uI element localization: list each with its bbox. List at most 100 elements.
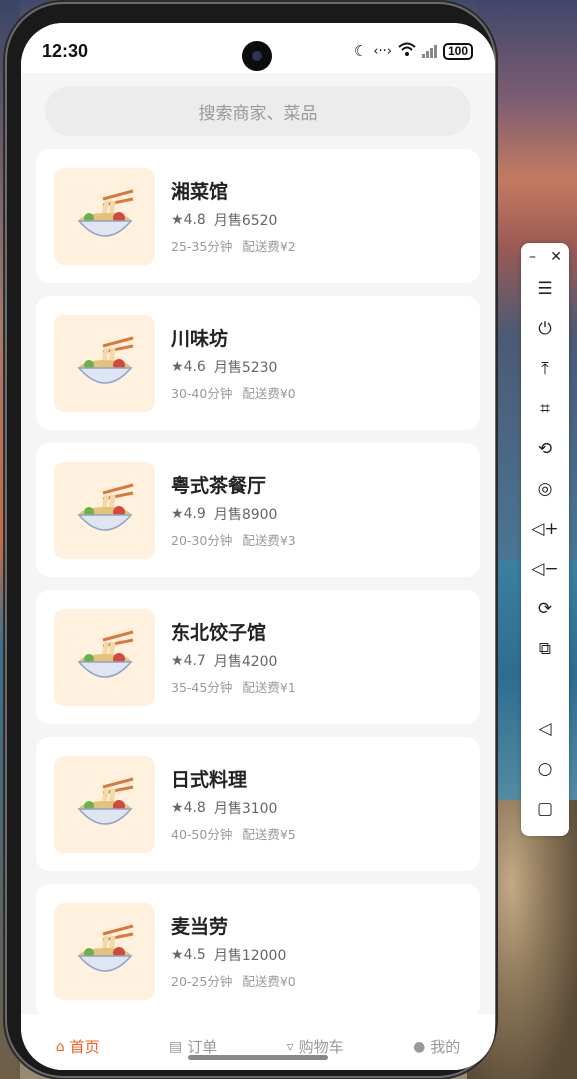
restaurant-delivery: 25-35分钟 配送费¥2 [171,236,296,255]
restaurant-meta: ★4.8 月售3100 [171,798,296,818]
delivery-time: 20-25分钟 [171,974,233,989]
restaurant-rating: 4.6 [183,359,206,375]
tab-cart[interactable]: ▿ 购物车 [287,1036,344,1057]
restaurant-card[interactable]: 粤式茶餐厅 ★4.9 月售8900 20-30分钟 配送费¥3 [36,443,480,577]
side-panel-spacer [521,669,569,709]
tab-label: 我的 [430,1038,461,1056]
home-icon: ⌂ [55,1038,65,1055]
restaurant-sales: 月售5230 [213,360,278,376]
home-indicator[interactable] [188,1055,328,1060]
restaurant-thumbnail [54,167,155,265]
tab-label: 首页 [69,1038,100,1056]
pin-top-icon[interactable]: ⤒ [521,349,569,389]
crop-icon[interactable]: ⌗ [521,389,569,429]
volume-down-icon[interactable]: ◁− [521,549,569,589]
clipboard-icon: ▤ [168,1038,183,1055]
delivery-fee: 配送费¥5 [242,827,296,842]
screenshot-icon[interactable]: ◎ [521,469,569,509]
restaurant-delivery: 35-45分钟 配送费¥1 [171,677,296,696]
delivery-fee: 配送费¥3 [242,533,296,548]
restaurant-meta: ★4.8 月售6520 [171,210,296,230]
restaurant-delivery: 20-30分钟 配送费¥3 [171,530,296,549]
multi-screen-icon[interactable]: ⧉ [521,629,569,669]
noodle-bowl-icon [76,483,133,531]
restaurant-card[interactable]: 湘菜馆 ★4.8 月售6520 25-35分钟 配送费¥2 [36,149,480,283]
noodle-bowl-icon [76,336,133,384]
home-icon[interactable]: ○ [521,749,569,789]
tab-home[interactable]: ⌂ 首页 [56,1036,100,1057]
menu-icon[interactable]: ☰ [521,269,569,309]
restaurant-meta: ★4.9 月售8900 [171,504,296,524]
restaurant-card[interactable]: 麦当劳 ★4.5 月售12000 20-25分钟 配送费¥0 [36,884,480,1018]
app-screen: 12:30 ☾ ‹··› 100 搜索商家、菜品 湘菜馆 ★4.8 月售6520… [21,23,495,1070]
restaurant-delivery: 20-25分钟 配送费¥0 [171,971,296,990]
delivery-fee: 配送费¥0 [242,974,296,989]
back-icon[interactable]: ◁ [521,709,569,749]
front-camera [242,41,272,71]
restaurant-name: 粤式茶餐厅 [171,475,267,497]
status-icons: ☾ ‹··› 100 [354,42,473,60]
minimize-icon[interactable]: – [529,249,536,269]
rating-wrap: ★4.6 [171,359,206,375]
restaurant-card[interactable]: 川味坊 ★4.6 月售5230 30-40分钟 配送费¥0 [36,296,480,430]
tab-profile[interactable]: ● 我的 [413,1036,460,1057]
restaurant-thumbnail [54,461,155,559]
bottom-tab-bar: ⌂ 首页 ▤ 订单 ▿ 购物车 ● 我的 [21,1014,495,1070]
restaurant-delivery: 30-40分钟 配送费¥0 [171,383,296,402]
restaurant-rating: 4.9 [183,506,206,522]
restaurant-name: 川味坊 [171,328,229,350]
user-icon: ● [413,1038,426,1055]
rating-wrap: ★4.9 [171,506,206,522]
restaurant-card[interactable]: 日式料理 ★4.8 月售3100 40-50分钟 配送费¥5 [36,737,480,871]
tab-label: 订单 [187,1038,218,1056]
restaurant-list: 湘菜馆 ★4.8 月售6520 25-35分钟 配送费¥2 川味坊 ★4.6 月… [21,143,495,1018]
star-icon: ★ [171,506,184,522]
restaurant-sales: 月售3100 [213,801,278,817]
rotate-device-icon[interactable]: ⟳ [521,589,569,629]
search-area: 搜索商家、菜品 [21,73,495,143]
rotate-icon[interactable]: ⟲ [521,429,569,469]
restaurant-sales: 月售12000 [213,948,287,964]
restaurant-meta: ★4.6 月售5230 [171,357,296,377]
star-icon: ★ [171,947,184,963]
rating-wrap: ★4.7 [171,653,206,669]
noodle-bowl-icon [76,630,133,678]
tab-orders[interactable]: ▤ 订单 [169,1036,217,1057]
signal-icon [421,44,437,58]
restaurant-thumbnail [54,755,155,853]
restaurant-info: 湘菜馆 ★4.8 月售6520 25-35分钟 配送费¥2 [171,177,296,255]
restaurant-sales: 月售8900 [213,507,278,523]
restaurant-info: 东北饺子馆 ★4.7 月售4200 35-45分钟 配送费¥1 [171,618,296,696]
delivery-time: 35-45分钟 [171,680,233,695]
rating-wrap: ★4.5 [171,947,206,963]
restaurant-rating: 4.8 [183,800,206,816]
side-panel-header: – ✕ [521,243,569,269]
emulator-side-panel: – ✕ ☰ ⏻ ⤒ ⌗ ⟲ ◎ ◁+ ◁− ⟳ ⧉ ◁ ○ ▢ [521,243,569,836]
close-icon[interactable]: ✕ [550,249,562,269]
noodle-bowl-icon [76,777,133,825]
delivery-time: 30-40分钟 [171,386,233,401]
rating-wrap: ★4.8 [171,800,206,816]
tab-label: 购物车 [298,1038,344,1056]
rating-wrap: ★4.8 [171,212,206,228]
restaurant-info: 麦当劳 ★4.5 月售12000 20-25分钟 配送费¥0 [171,912,296,990]
search-input[interactable]: 搜索商家、菜品 [45,86,471,136]
star-icon: ★ [171,359,184,375]
restaurant-thumbnail [54,608,155,706]
status-time: 12:30 [42,41,89,61]
restaurant-rating: 4.7 [183,653,206,669]
restaurant-info: 粤式茶餐厅 ★4.9 月售8900 20-30分钟 配送费¥3 [171,471,296,549]
restaurant-name: 日式料理 [171,769,248,791]
restaurant-info: 川味坊 ★4.6 月售5230 30-40分钟 配送费¥0 [171,324,296,402]
restaurant-rating: 4.5 [183,947,206,963]
restaurant-card[interactable]: 东北饺子馆 ★4.7 月售4200 35-45分钟 配送费¥1 [36,590,480,724]
noodle-bowl-icon [76,189,133,237]
volume-up-icon[interactable]: ◁+ [521,509,569,549]
restaurant-delivery: 40-50分钟 配送费¥5 [171,824,296,843]
moon-icon: ☾ [353,42,368,60]
restaurant-thumbnail [54,902,155,1000]
recents-icon[interactable]: ▢ [521,789,569,829]
power-icon[interactable]: ⏻ [521,309,569,349]
cart-icon: ▿ [286,1038,294,1055]
restaurant-info: 日式料理 ★4.8 月售3100 40-50分钟 配送费¥5 [171,765,296,843]
